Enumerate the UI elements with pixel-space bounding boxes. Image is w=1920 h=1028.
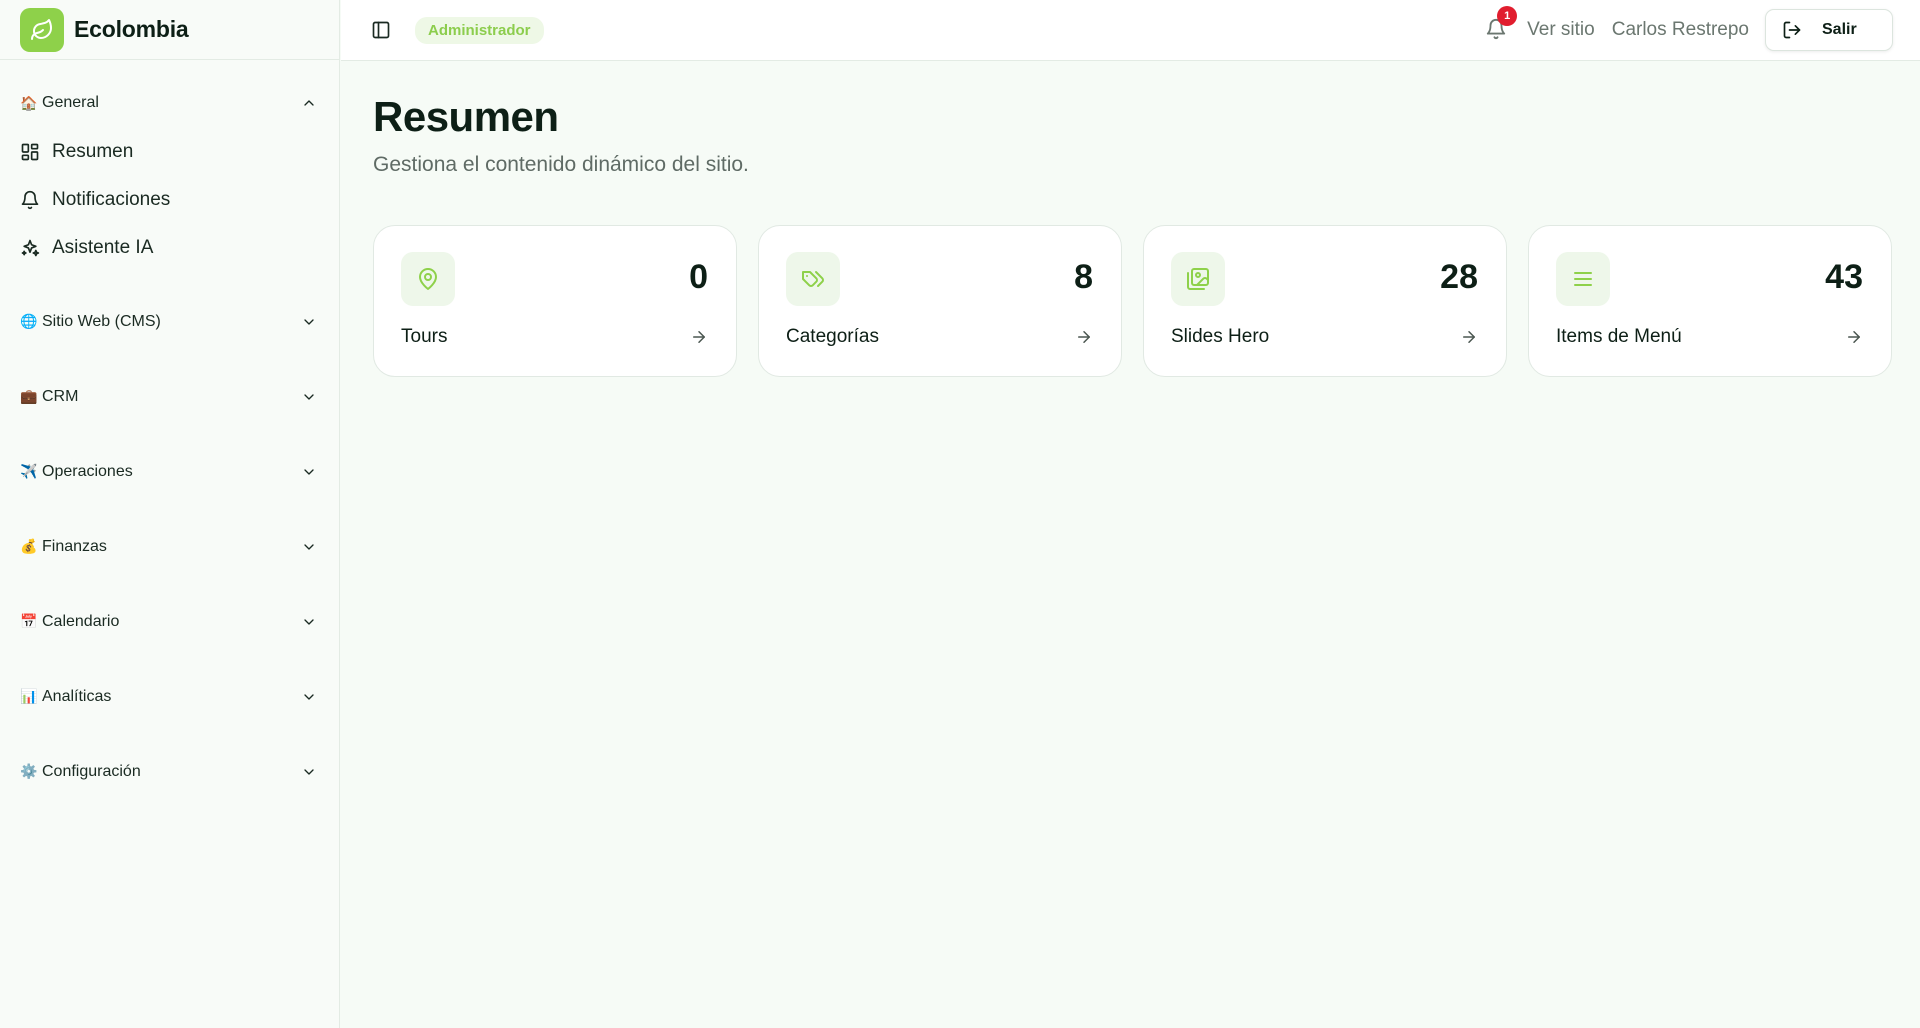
- gear-icon: ⚙️: [20, 763, 38, 779]
- money-bag-icon: 💰: [20, 538, 38, 554]
- sidebar-item-label: Notificaciones: [52, 189, 171, 210]
- airplane-icon: ✈️: [20, 463, 38, 479]
- chevron-down-icon: [304, 693, 314, 700]
- topbar: Administrador 1 Ver sitio Carlos Restrep…: [341, 0, 1920, 61]
- sidebar-item-notificaciones[interactable]: Notificaciones: [0, 176, 339, 224]
- sidebar: Ecolombia 🏠 General Resumen Notificacion…: [0, 0, 340, 1028]
- panel-left-icon: [372, 21, 390, 39]
- nav-group-title: Finanzas: [42, 537, 107, 555]
- brand-name: Ecolombia: [74, 16, 189, 42]
- nav-group-operaciones[interactable]: ✈️ Operaciones: [0, 434, 339, 509]
- brand[interactable]: Ecolombia: [0, 0, 339, 60]
- nav-group-title: CRM: [42, 387, 79, 405]
- sidebar-item-label: Asistente IA: [52, 237, 154, 258]
- chevron-down-icon: [304, 393, 314, 400]
- arrow-right-icon: [693, 331, 705, 343]
- nav-group-finanzas[interactable]: 💰 Finanzas: [0, 509, 339, 584]
- chevron-down-icon: [304, 318, 314, 325]
- nav-group-cms[interactable]: 🌐 Sitio Web (CMS): [0, 284, 339, 359]
- sidebar-item-label: Resumen: [52, 141, 134, 162]
- sparkles-icon: [21, 239, 40, 257]
- stat-label: Tours: [401, 326, 448, 347]
- nav-group-crm[interactable]: 💼 CRM: [0, 359, 339, 434]
- nav-group-calendario[interactable]: 📅 Calendario: [0, 584, 339, 659]
- stat-label: Slides Hero: [1171, 326, 1270, 347]
- leaf-logo-icon: [20, 7, 64, 52]
- stat-card-categorias[interactable]: 8 Categorías: [758, 225, 1122, 377]
- view-site-link[interactable]: Ver sitio: [1527, 19, 1595, 41]
- chevron-down-icon: [304, 543, 314, 550]
- chevron-down-icon: [304, 618, 314, 625]
- stat-card-items-menu[interactable]: 43 Items de Menú: [1528, 225, 1892, 377]
- list-icon: [1574, 272, 1592, 286]
- arrow-right-icon: [1463, 331, 1475, 343]
- arrow-right-icon: [1848, 331, 1860, 343]
- briefcase-icon: 💼: [20, 388, 38, 404]
- nav-group-title: Analíticas: [42, 687, 112, 705]
- stat-value: 8: [1074, 258, 1093, 296]
- globe-icon: 🌐: [20, 313, 38, 329]
- main-content: Resumen Gestiona el contenido dinámico d…: [373, 60, 1913, 377]
- stat-card-tours[interactable]: 0 Tours: [373, 225, 737, 377]
- stat-value: 43: [1825, 258, 1863, 296]
- nav-group-configuracion[interactable]: ⚙️ Configuración: [0, 734, 339, 809]
- bell-icon: [21, 190, 39, 210]
- chevron-down-icon: [304, 768, 314, 775]
- stats-cards: 0 Tours 8 Categorías 28 Slides Hero 43 I…: [373, 225, 1913, 377]
- role-badge: Administrador: [415, 16, 544, 44]
- sidebar-item-asistente-ia[interactable]: Asistente IA: [0, 224, 339, 272]
- nav-group-analiticas[interactable]: 📊 Analíticas: [0, 659, 339, 734]
- images-icon: [1187, 268, 1209, 290]
- tags-icon: [802, 271, 824, 287]
- nav-group-title: Sitio Web (CMS): [42, 312, 161, 330]
- stat-card-slides-hero[interactable]: 28 Slides Hero: [1143, 225, 1507, 377]
- stat-label: Categorías: [786, 326, 879, 347]
- sidebar-toggle-button[interactable]: [369, 18, 393, 42]
- logout-label: Salir: [1822, 21, 1857, 38]
- sidebar-item-resumen[interactable]: Resumen: [0, 128, 339, 176]
- chevron-up-icon: [304, 100, 314, 106]
- stat-value: 28: [1440, 258, 1478, 296]
- arrow-right-icon: [1078, 331, 1090, 343]
- stat-label: Items de Menú: [1556, 326, 1682, 347]
- log-out-icon: [1783, 21, 1801, 39]
- map-pin-icon: [419, 268, 437, 290]
- nav-group-general-items: Resumen Notificaciones Asistente IA: [0, 128, 339, 272]
- house-icon: 🏠: [20, 94, 38, 111]
- stat-value: 0: [689, 258, 708, 296]
- user-name: Carlos Restrepo: [1611, 19, 1749, 40]
- dashboard-icon: [21, 143, 39, 161]
- page-title: Resumen: [373, 93, 559, 140]
- calendar-icon: 📅: [20, 613, 38, 629]
- bar-chart-icon: 📊: [20, 688, 38, 704]
- sidebar-nav: 🏠 General Resumen Notificaciones Asisten…: [0, 60, 339, 809]
- nav-group-title: Configuración: [42, 762, 141, 780]
- notification-count-badge: 1: [1497, 6, 1518, 26]
- chevron-down-icon: [304, 468, 314, 475]
- notifications-button[interactable]: 1: [1485, 6, 1518, 42]
- page-subtitle: Gestiona el contenido dinámico del sitio…: [373, 153, 749, 176]
- nav-group-general[interactable]: 🏠 General: [0, 78, 339, 128]
- topbar-actions: 1 Ver sitio Carlos Restrepo Salir: [1485, 6, 1893, 51]
- nav-group-title: Operaciones: [42, 462, 133, 480]
- nav-group-title: Calendario: [42, 612, 120, 630]
- logout-button[interactable]: Salir: [1765, 9, 1893, 51]
- nav-group-title: General: [42, 94, 99, 111]
